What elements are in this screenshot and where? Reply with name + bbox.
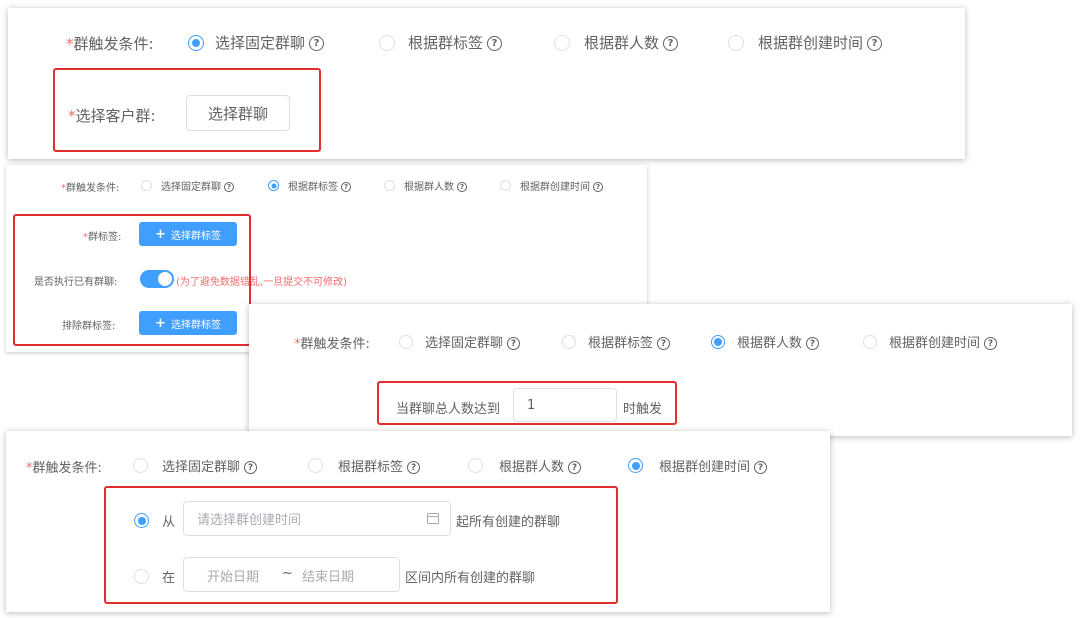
option-by-tag-label[interactable]: 根据群标签? (588, 332, 671, 351)
option-fixed-group-label[interactable]: 选择固定群聊? (215, 32, 325, 53)
trigger-condition-label: *群触发条件: (61, 183, 120, 194)
option-by-count-label[interactable]: 根据群人数? (584, 32, 679, 53)
help-icon[interactable]: ? (754, 461, 768, 474)
option-by-tag-label[interactable]: 根据群标签? (408, 32, 503, 53)
radio-by-time[interactable] (500, 180, 511, 191)
option-by-time-label[interactable]: 根据群创建时间? (659, 456, 768, 475)
help-icon[interactable]: ? (593, 182, 603, 192)
highlight-box-member-count (377, 381, 677, 425)
option-fixed-group-label[interactable]: 选择固定群聊? (162, 456, 258, 475)
trigger-condition-label: *群触发条件: (66, 35, 154, 53)
radio-by-count[interactable] (468, 458, 483, 473)
option-by-time-label[interactable]: 根据群创建时间? (758, 32, 883, 53)
option-by-time-label[interactable]: 根据群创建时间? (889, 332, 998, 351)
help-icon[interactable]: ? (224, 182, 234, 192)
trigger-condition-label: *群触发条件: (294, 337, 370, 352)
highlight-box-create-time (104, 486, 618, 604)
help-icon[interactable]: ? (568, 461, 582, 474)
radio-fixed-group[interactable] (133, 458, 148, 473)
option-by-tag-label[interactable]: 根据群标签? (338, 456, 421, 475)
help-icon[interactable]: ? (663, 36, 679, 51)
help-icon[interactable]: ? (806, 337, 820, 350)
radio-fixed-group[interactable] (141, 180, 152, 191)
option-by-count-label[interactable]: 根据群人数? (404, 178, 467, 193)
help-icon[interactable]: ? (309, 36, 325, 51)
radio-fixed-group[interactable] (399, 335, 413, 349)
option-by-time-label[interactable]: 根据群创建时间? (520, 178, 603, 193)
option-fixed-group-label[interactable]: 选择固定群聊? (425, 332, 521, 351)
radio-by-count[interactable] (384, 180, 395, 191)
radio-by-count[interactable] (711, 335, 725, 349)
help-icon[interactable]: ? (507, 337, 521, 350)
radio-by-time[interactable] (728, 35, 744, 51)
trigger-condition-label: *群触发条件: (26, 461, 102, 476)
radio-by-time[interactable] (628, 458, 643, 473)
help-icon[interactable]: ? (657, 337, 671, 350)
option-by-tag-label[interactable]: 根据群标签? (288, 178, 351, 193)
option-by-count-label[interactable]: 根据群人数? (737, 332, 820, 351)
highlight-box-customer-group (53, 68, 321, 152)
radio-by-tag[interactable] (268, 180, 279, 191)
help-icon[interactable]: ? (984, 337, 998, 350)
radio-fixed-group[interactable] (188, 35, 204, 51)
radio-by-count[interactable] (554, 35, 570, 51)
radio-by-tag[interactable] (562, 335, 576, 349)
help-icon[interactable]: ? (867, 36, 883, 51)
option-by-count-label[interactable]: 根据群人数? (499, 456, 582, 475)
option-fixed-group-label[interactable]: 选择固定群聊? (161, 178, 234, 193)
help-icon[interactable]: ? (457, 182, 467, 192)
radio-by-tag[interactable] (308, 458, 323, 473)
radio-by-tag[interactable] (379, 35, 395, 51)
highlight-box-group-tag (13, 214, 251, 346)
radio-by-time[interactable] (863, 335, 877, 349)
help-icon[interactable]: ? (341, 182, 351, 192)
help-icon[interactable]: ? (487, 36, 503, 51)
help-icon[interactable]: ? (407, 461, 421, 474)
help-icon[interactable]: ? (244, 461, 258, 474)
